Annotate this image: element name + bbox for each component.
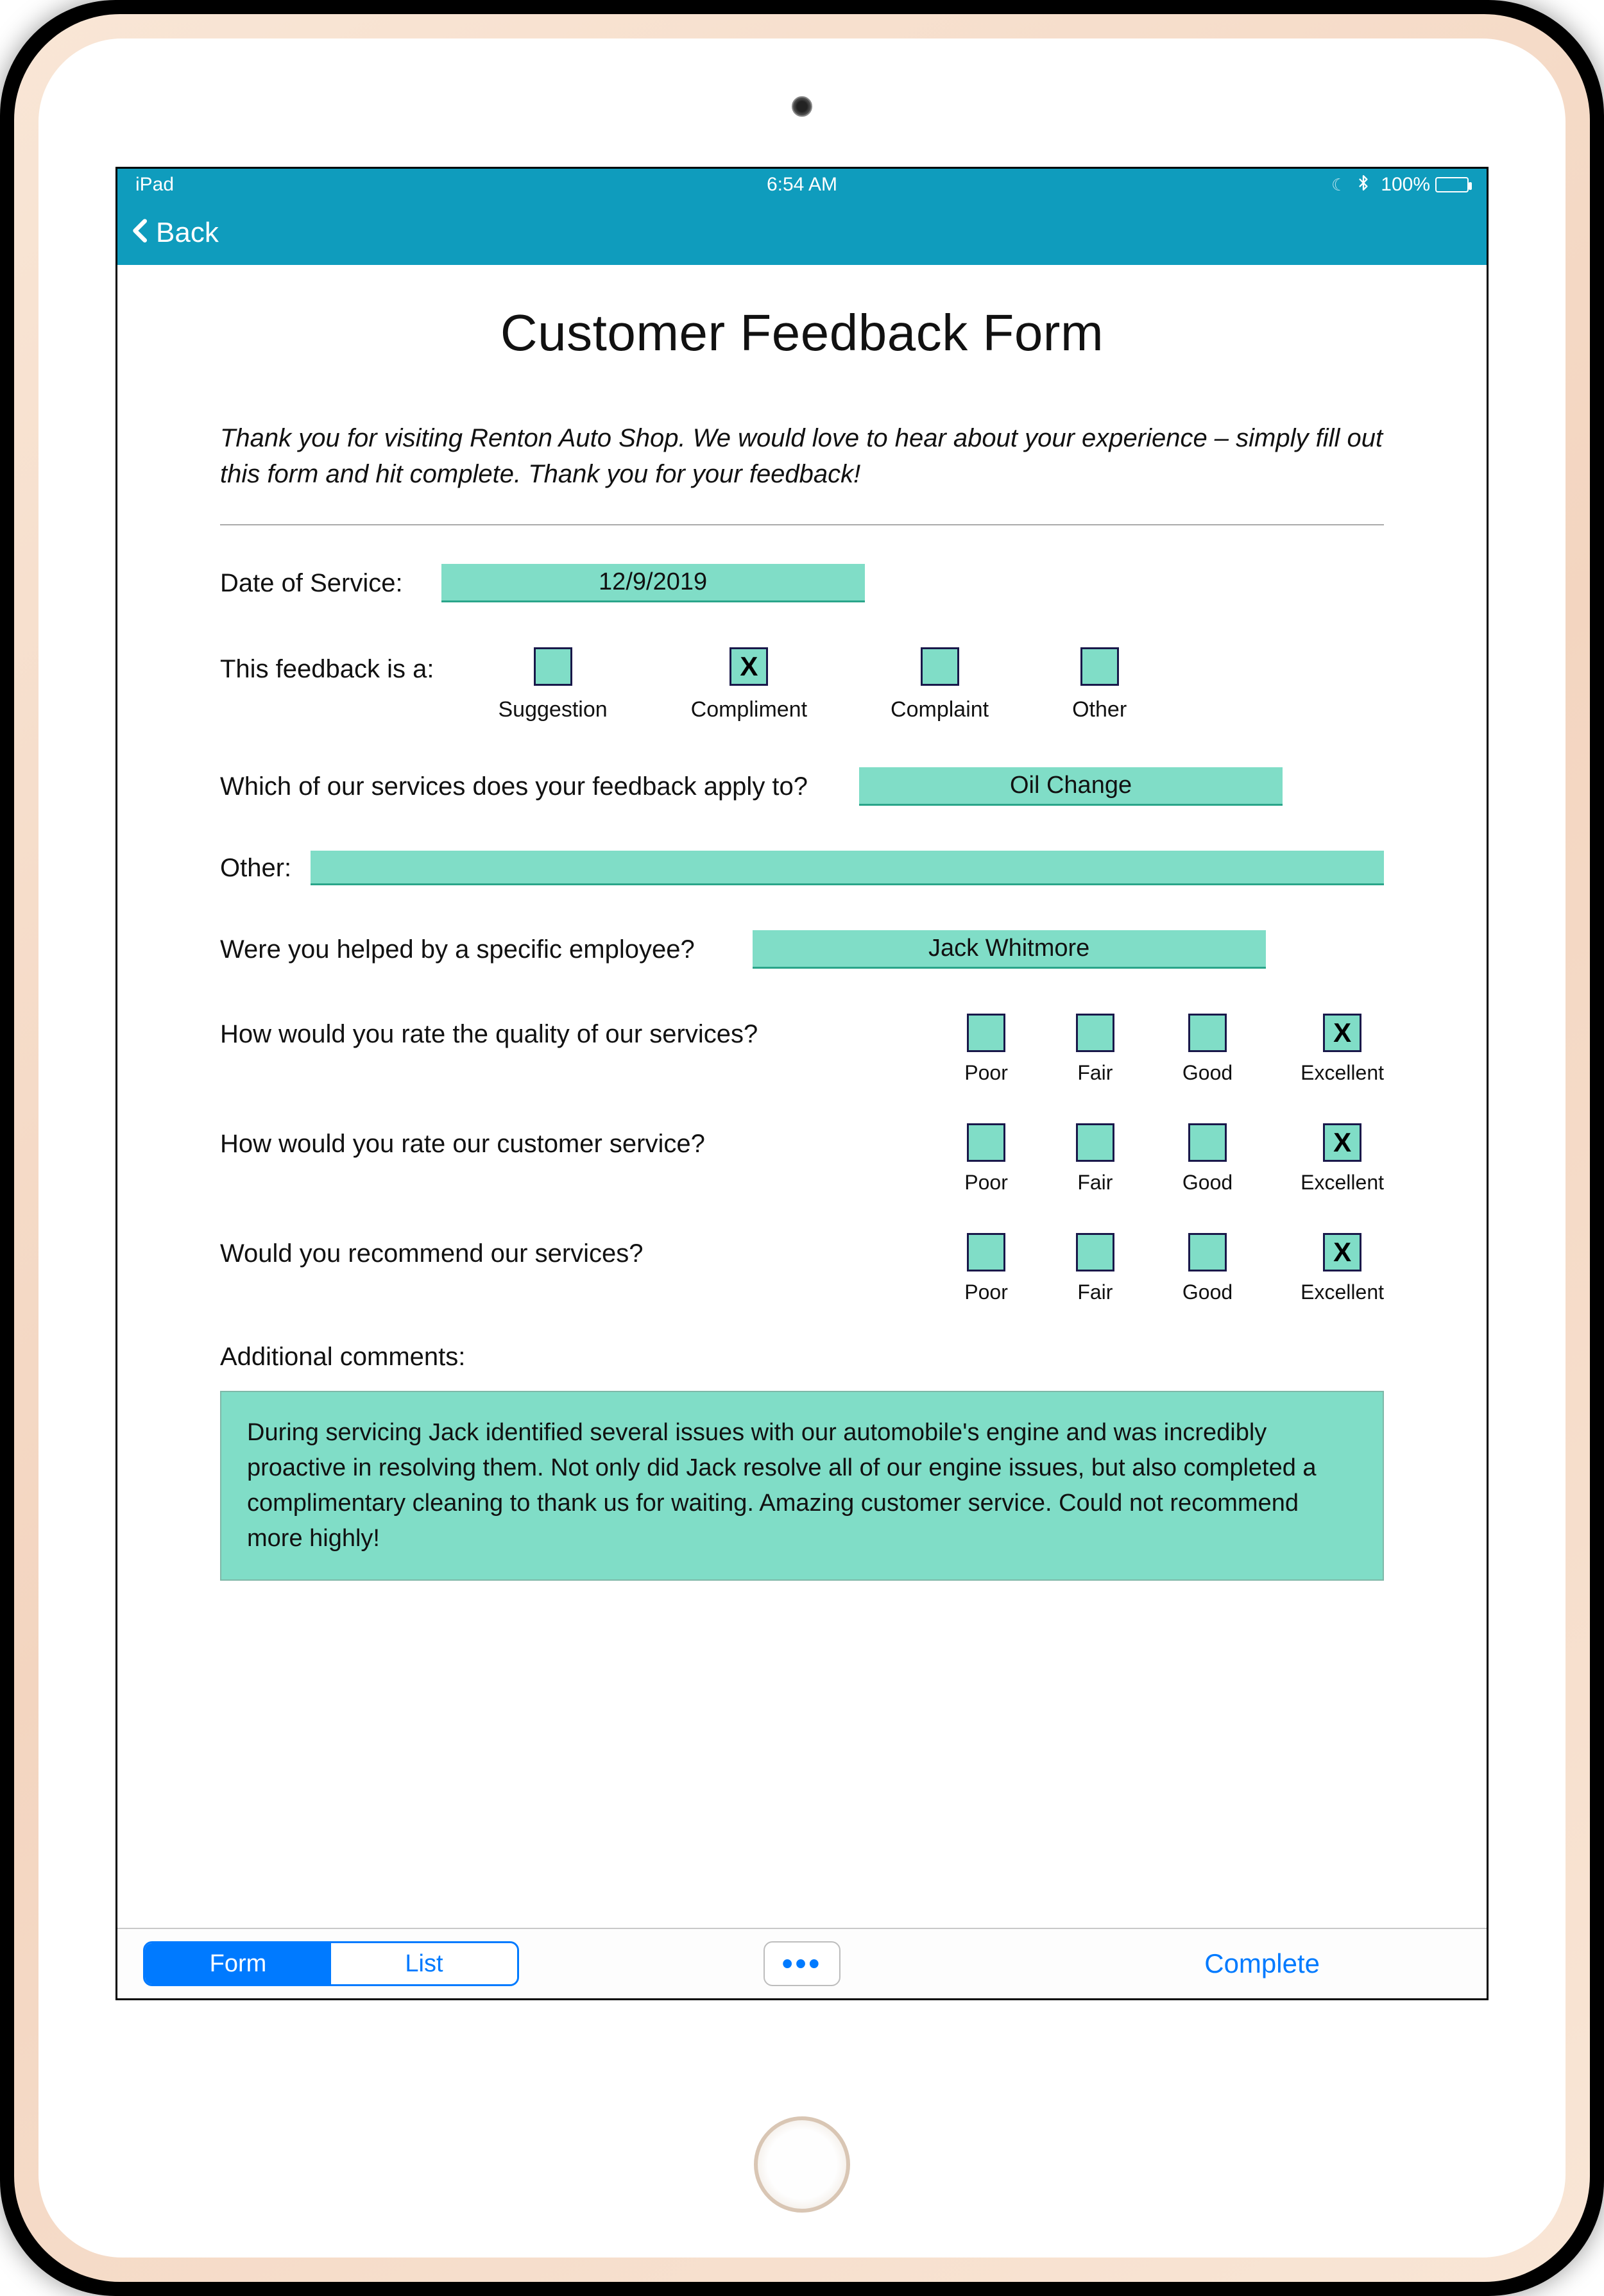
- rating-option: X Excellent: [1301, 1123, 1384, 1195]
- checkbox[interactable]: [1076, 1123, 1114, 1162]
- rating-label: Fair: [1077, 1061, 1113, 1085]
- ipad-frame-inner: iPad 6:54 AM ☾ 100%: [14, 14, 1590, 2282]
- rating-option: Fair: [1076, 1233, 1114, 1304]
- checkbox[interactable]: [921, 647, 959, 686]
- rating-label: Good: [1182, 1280, 1233, 1304]
- rating-label: Good: [1182, 1171, 1233, 1195]
- rating-row: How would you rate our customer service?…: [220, 1123, 1384, 1195]
- rating-question: Would you recommend our services?: [220, 1233, 964, 1268]
- screen: iPad 6:54 AM ☾ 100%: [115, 167, 1489, 2000]
- checkbox[interactable]: [1076, 1014, 1114, 1052]
- rating-label: Poor: [964, 1061, 1008, 1085]
- rating-option: Poor: [964, 1233, 1008, 1304]
- feedback-type-option: Other: [1072, 647, 1127, 722]
- rating-row: Would you recommend our services?Poor Fai…: [220, 1233, 1384, 1304]
- checkbox[interactable]: X: [729, 647, 768, 686]
- complete-button[interactable]: Complete: [1204, 1948, 1320, 1979]
- rating-option: Poor: [964, 1123, 1008, 1195]
- rating-option: Good: [1182, 1014, 1233, 1085]
- feedback-type-option: Complaint: [891, 647, 989, 722]
- nav-bar: Back: [117, 201, 1487, 265]
- checkbox[interactable]: [1188, 1014, 1227, 1052]
- checkbox[interactable]: X: [1323, 1123, 1361, 1162]
- rating-group: Poor Fair Good X Excellent: [964, 1233, 1384, 1304]
- feedback-type-label: This feedback is a:: [220, 647, 434, 684]
- checkbox[interactable]: X: [1323, 1233, 1361, 1271]
- feedback-type-group: Suggestion X Compliment Complaint Other: [499, 647, 1127, 722]
- checkbox[interactable]: [1188, 1233, 1227, 1271]
- bottom-toolbar: Form List ••• Complete: [117, 1928, 1487, 1998]
- checkbox-label: Compliment: [691, 697, 807, 722]
- service-field[interactable]: Oil Change: [859, 767, 1283, 806]
- checkbox[interactable]: [1080, 647, 1119, 686]
- segment-list[interactable]: List: [331, 1943, 517, 1984]
- rating-option: X Excellent: [1301, 1233, 1384, 1304]
- rating-label: Excellent: [1301, 1061, 1384, 1085]
- checkbox-label: Complaint: [891, 697, 989, 722]
- feedback-type-option: X Compliment: [691, 647, 807, 722]
- ipad-bezel: iPad 6:54 AM ☾ 100%: [38, 38, 1566, 2258]
- other-label: Other:: [220, 854, 291, 883]
- rating-label: Fair: [1077, 1171, 1113, 1195]
- battery-percent: 100%: [1381, 174, 1430, 196]
- rating-label: Fair: [1077, 1280, 1113, 1304]
- comments-box[interactable]: During servicing Jack identified several…: [220, 1391, 1384, 1581]
- checkbox[interactable]: [967, 1123, 1005, 1162]
- checkbox-label: Suggestion: [499, 697, 608, 722]
- view-segmented-control: Form List: [143, 1941, 519, 1986]
- checkbox-label: Other: [1072, 697, 1127, 722]
- rating-question: How would you rate the quality of our se…: [220, 1014, 964, 1049]
- form-content: Customer Feedback Form Thank you for vis…: [117, 265, 1487, 1928]
- rating-label: Poor: [964, 1280, 1008, 1304]
- do-not-disturb-icon: ☾: [1331, 175, 1346, 195]
- home-button[interactable]: [754, 2116, 850, 2213]
- checkbox[interactable]: [967, 1014, 1005, 1052]
- rating-option: Good: [1182, 1123, 1233, 1195]
- page-title: Customer Feedback Form: [220, 303, 1384, 362]
- rating-option: Good: [1182, 1233, 1233, 1304]
- rating-option: X Excellent: [1301, 1014, 1384, 1085]
- intro-text: Thank you for visiting Renton Auto Shop.…: [220, 420, 1384, 492]
- rating-option: Poor: [964, 1014, 1008, 1085]
- date-label: Date of Service:: [220, 569, 403, 598]
- back-label: Back: [156, 217, 219, 249]
- other-field[interactable]: [311, 851, 1384, 885]
- checkbox[interactable]: [1076, 1233, 1114, 1271]
- checkbox[interactable]: [967, 1233, 1005, 1271]
- rating-label: Excellent: [1301, 1280, 1384, 1304]
- bluetooth-icon: [1355, 174, 1372, 196]
- camera-icon: [792, 96, 812, 117]
- battery-icon: [1435, 177, 1469, 192]
- employee-label: Were you helped by a specific employee?: [220, 935, 695, 964]
- employee-field[interactable]: Jack Whitmore: [753, 930, 1266, 969]
- date-field[interactable]: 12/9/2019: [441, 564, 865, 602]
- status-time: 6:54 AM: [580, 174, 1025, 196]
- rating-label: Poor: [964, 1171, 1008, 1195]
- rating-group: Poor Fair Good X Excellent: [964, 1123, 1384, 1195]
- more-button[interactable]: •••: [764, 1941, 840, 1986]
- back-button[interactable]: Back: [128, 213, 219, 253]
- rating-option: Fair: [1076, 1123, 1114, 1195]
- divider: [220, 524, 1384, 525]
- rating-option: Fair: [1076, 1014, 1114, 1085]
- service-label: Which of our services does your feedback…: [220, 772, 808, 801]
- status-right: ☾ 100%: [1024, 174, 1469, 196]
- checkbox[interactable]: [1188, 1123, 1227, 1162]
- feedback-type-option: Suggestion: [499, 647, 608, 722]
- rating-label: Good: [1182, 1061, 1233, 1085]
- comments-label: Additional comments:: [220, 1343, 1384, 1372]
- ipad-frame: iPad 6:54 AM ☾ 100%: [0, 0, 1604, 2296]
- status-bar: iPad 6:54 AM ☾ 100%: [117, 169, 1487, 201]
- chevron-left-icon: [128, 213, 153, 253]
- rating-label: Excellent: [1301, 1171, 1384, 1195]
- rating-question: How would you rate our customer service?: [220, 1123, 964, 1159]
- segment-form[interactable]: Form: [145, 1943, 331, 1984]
- rating-group: Poor Fair Good X Excellent: [964, 1014, 1384, 1085]
- checkbox[interactable]: X: [1323, 1014, 1361, 1052]
- checkbox[interactable]: [534, 647, 572, 686]
- status-device: iPad: [135, 174, 580, 196]
- rating-row: How would you rate the quality of our se…: [220, 1014, 1384, 1085]
